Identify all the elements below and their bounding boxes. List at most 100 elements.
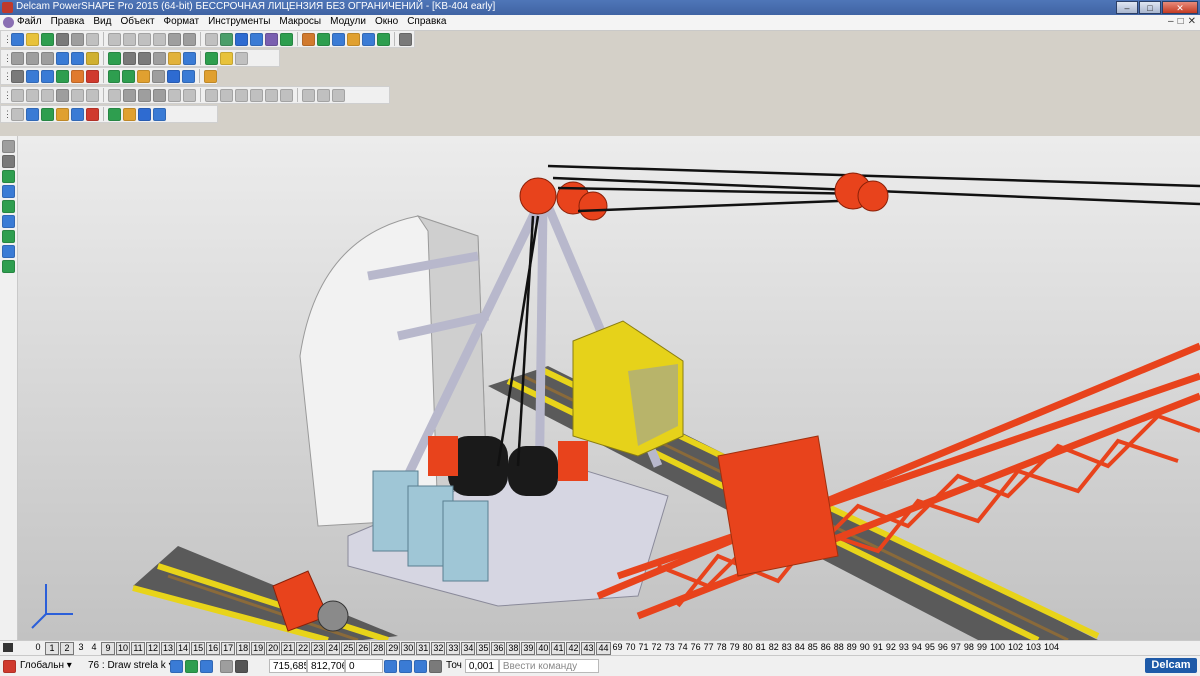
toolbar-button-icon[interactable]	[41, 107, 54, 121]
level-button[interactable]: 19	[251, 642, 266, 655]
level-button[interactable]: 11	[131, 642, 146, 655]
level-button[interactable]: 29	[386, 642, 401, 655]
toolbar-button-icon[interactable]	[153, 51, 166, 65]
toolbar-button-icon[interactable]	[183, 88, 196, 102]
level-button[interactable]: 24	[326, 642, 341, 655]
toolbar-button-icon[interactable]	[377, 32, 390, 46]
level-button[interactable]: 93	[898, 642, 910, 653]
toolbar-grip[interactable]: ⋮	[3, 89, 12, 101]
toolbar-button-icon[interactable]	[317, 32, 330, 46]
level-button[interactable]: 90	[859, 642, 871, 653]
level-button[interactable]: 94	[911, 642, 923, 653]
toolbar-button-icon[interactable]	[399, 32, 412, 46]
toolbar-button-icon[interactable]	[41, 32, 54, 46]
level-button[interactable]: 23	[311, 642, 326, 655]
toolbar-button-icon[interactable]	[220, 51, 233, 65]
toolbar-button-icon[interactable]	[168, 88, 181, 102]
toolbar-button-icon[interactable]	[108, 107, 121, 121]
level-button[interactable]: 33	[446, 642, 461, 655]
toolbar-button-icon[interactable]	[11, 88, 24, 102]
menu-item[interactable]: Вид	[93, 16, 111, 27]
toolbar-button-icon[interactable]	[86, 32, 99, 46]
toolbar-button-icon[interactable]	[86, 51, 99, 65]
toolbar-button-icon[interactable]	[71, 107, 84, 121]
level-button[interactable]: 70	[625, 642, 637, 653]
level-button[interactable]: 20	[266, 642, 281, 655]
toolbar-button-icon[interactable]	[85, 69, 99, 83]
snap-icon[interactable]	[170, 659, 183, 673]
left-toolbar-button-icon[interactable]	[2, 200, 15, 213]
level-button[interactable]: 10	[116, 642, 131, 655]
workplane-icon[interactable]	[3, 659, 16, 673]
toolbar-button-icon[interactable]	[71, 51, 84, 65]
toolbar-button-icon[interactable]	[26, 32, 39, 46]
coordinate-mode-3-icon[interactable]	[414, 659, 427, 673]
level-button[interactable]: 0	[32, 642, 44, 653]
level-button[interactable]: 73	[664, 642, 676, 653]
toolbar-button-icon[interactable]	[71, 32, 84, 46]
menu-item[interactable]: Правка	[51, 16, 85, 27]
doc-restore-button[interactable]: □	[1178, 16, 1184, 27]
toolbar-button-icon[interactable]	[347, 32, 360, 46]
toolbar-button-icon[interactable]	[108, 32, 121, 46]
level-button[interactable]: 35	[476, 642, 491, 655]
toolbar-button-icon[interactable]	[56, 32, 69, 46]
toolbar-button-icon[interactable]	[265, 88, 278, 102]
toolbar-button-icon[interactable]	[302, 88, 315, 102]
levels-icon[interactable]	[3, 643, 13, 652]
toolbar-button-icon[interactable]	[123, 51, 136, 65]
toolbar-button-icon[interactable]	[235, 88, 248, 102]
toolbar-button-icon[interactable]	[280, 88, 293, 102]
level-button[interactable]: 83	[781, 642, 793, 653]
toolbar-button-icon[interactable]	[71, 88, 84, 102]
toolbar-button-icon[interactable]	[168, 51, 181, 65]
toolbar-button-icon[interactable]	[167, 69, 181, 83]
level-button[interactable]: 98	[963, 642, 975, 653]
level-button[interactable]: 28	[371, 642, 386, 655]
level-button[interactable]: 42	[566, 642, 581, 655]
level-button[interactable]: 81	[755, 642, 767, 653]
toolbar-grip[interactable]: ⋮	[3, 70, 12, 82]
toolbar-button-icon[interactable]	[56, 107, 69, 121]
level-button[interactable]: 99	[976, 642, 988, 653]
toolbar-button-icon[interactable]	[153, 88, 166, 102]
toolbar-button-icon[interactable]	[250, 88, 263, 102]
menu-item[interactable]: Инструменты	[208, 16, 270, 27]
toolbar-button-icon[interactable]	[362, 32, 375, 46]
level-button[interactable]: 85	[807, 642, 819, 653]
toolbar-button-icon[interactable]	[107, 69, 121, 83]
left-toolbar-button-icon[interactable]	[2, 170, 15, 183]
doc-close-button[interactable]: ✕	[1188, 16, 1196, 27]
close-button[interactable]: ✕	[1162, 1, 1198, 14]
toolbar-button-icon[interactable]	[235, 32, 248, 46]
workplane-select[interactable]: Глобальн ▾	[17, 659, 85, 673]
menu-item[interactable]: Объект	[120, 16, 154, 27]
level-button[interactable]: 96	[937, 642, 949, 653]
level-button[interactable]: 1	[45, 642, 59, 655]
level-button[interactable]: 13	[161, 642, 176, 655]
toolbar-button-icon[interactable]	[205, 88, 218, 102]
command-input[interactable]: Ввести команду	[498, 659, 599, 673]
toolbar-grip[interactable]: ⋮	[3, 52, 12, 64]
level-button[interactable]: 79	[729, 642, 741, 653]
minimize-button[interactable]: –	[1116, 1, 1138, 14]
level-button[interactable]: 72	[651, 642, 663, 653]
level-button[interactable]: 44	[596, 642, 611, 655]
menu-item[interactable]: Макросы	[279, 16, 321, 27]
toolbar-button-icon[interactable]	[302, 32, 315, 46]
toolbar-button-icon[interactable]	[86, 107, 99, 121]
toolbar-button-icon[interactable]	[26, 107, 39, 121]
menu-item[interactable]: Формат	[164, 16, 200, 27]
level-button[interactable]: 36	[491, 642, 506, 655]
object-snap-icon[interactable]	[200, 659, 213, 673]
toolbar-grip[interactable]: ⋮	[3, 108, 12, 120]
level-button[interactable]: 80	[742, 642, 754, 653]
graphics-viewport[interactable]	[18, 136, 1200, 640]
level-button[interactable]: 84	[794, 642, 806, 653]
level-button[interactable]: 21	[281, 642, 296, 655]
left-toolbar-button-icon[interactable]	[2, 185, 15, 198]
toolbar-button-icon[interactable]	[123, 32, 136, 46]
toolbar-button-icon[interactable]	[56, 88, 69, 102]
toolbar-button-icon[interactable]	[86, 88, 99, 102]
toolbar-button-icon[interactable]	[11, 107, 24, 121]
